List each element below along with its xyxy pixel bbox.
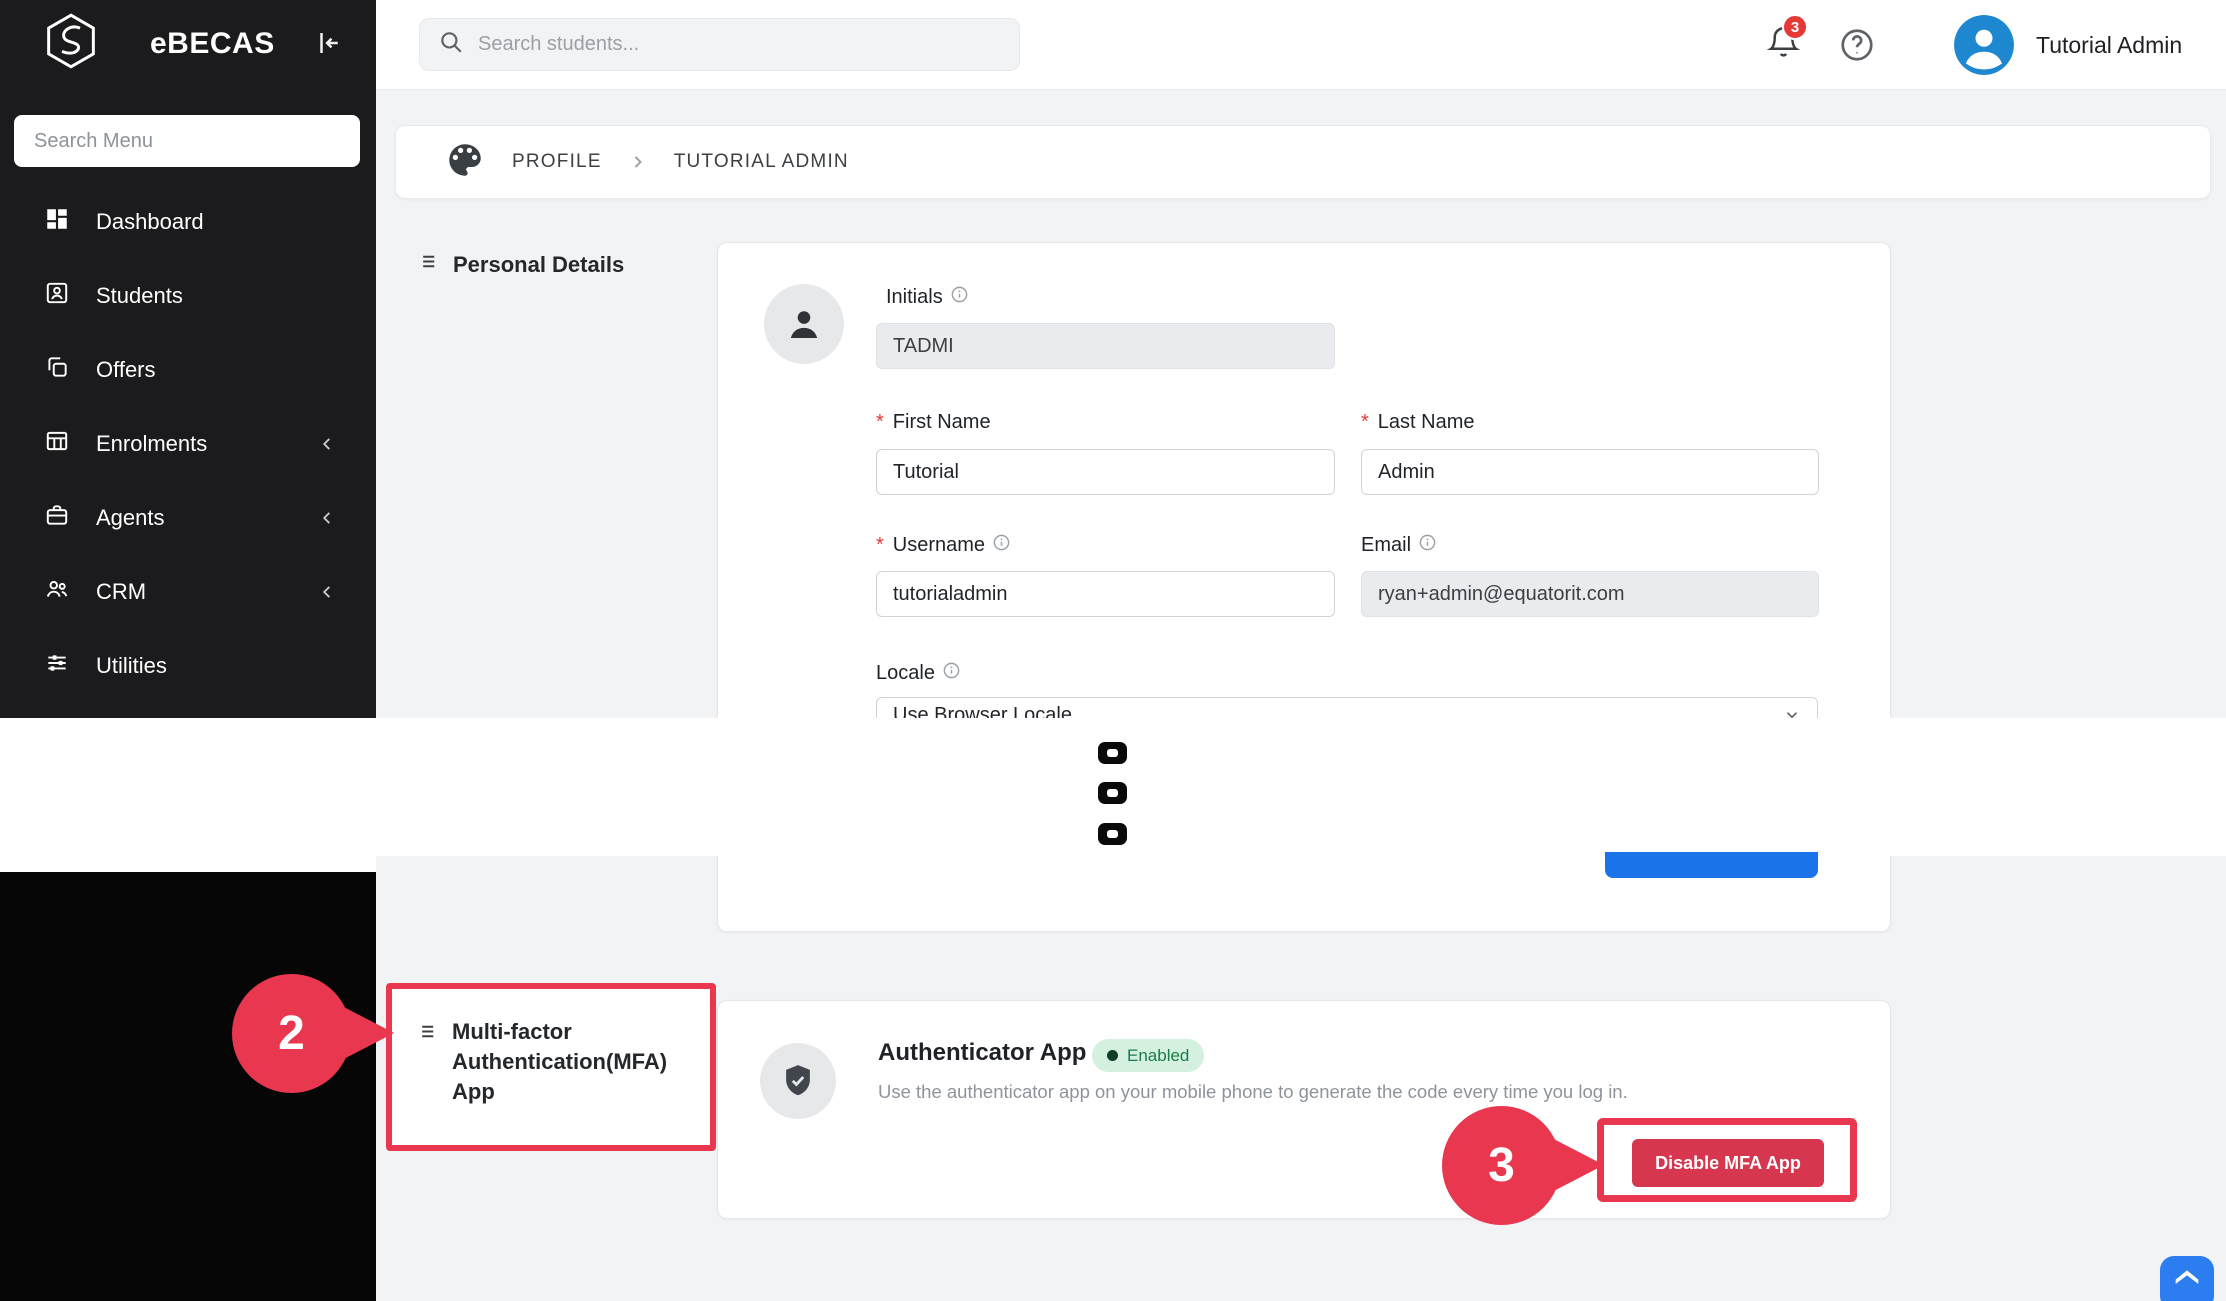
sidebar-item-label: Utilities [96, 653, 167, 679]
sidebar-item-label: Agents [96, 505, 165, 531]
sidebar: eBECAS Dashboard Students Offers [0, 0, 376, 718]
info-icon [1418, 533, 1437, 558]
nav-personal-details-label: Personal Details [453, 252, 624, 278]
offers-icon [44, 354, 70, 386]
initials-input [876, 323, 1335, 369]
username-input[interactable] [876, 571, 1335, 617]
sidebar-item-offers[interactable]: Offers [0, 333, 376, 407]
sidebar-item-utilities[interactable]: Utilities [0, 629, 376, 703]
agents-icon [44, 502, 70, 534]
chevron-left-icon [316, 581, 338, 609]
shield-icon [760, 1043, 836, 1119]
screenshot-cut-band-left [0, 718, 376, 873]
utilities-icon [44, 650, 70, 682]
search-icon [438, 29, 464, 60]
sidebar-item-crm[interactable]: CRM [0, 555, 376, 629]
info-icon [950, 285, 969, 310]
info-icon [942, 661, 961, 686]
sidebar-item-dashboard[interactable]: Dashboard [0, 185, 376, 259]
last-name-label: *Last Name [1361, 411, 1475, 434]
student-search-box[interactable] [419, 18, 1020, 71]
initials-label: Initials [886, 285, 969, 310]
enrolments-icon [44, 428, 70, 460]
first-name-label: *First Name [876, 411, 991, 434]
breadcrumb-section[interactable]: PROFILE [512, 151, 602, 173]
annotation-step-3-balloon: 3 [1442, 1106, 1561, 1225]
status-dot [1107, 1050, 1118, 1061]
chevron-right-icon [628, 152, 648, 172]
sidebar-collapse-icon[interactable] [314, 28, 344, 63]
sidebar-item-students[interactable]: Students [0, 259, 376, 333]
status-badge: Enabled [1092, 1039, 1204, 1072]
breadcrumb: PROFILE TUTORIAL ADMIN [395, 125, 2211, 199]
ebecas-logo-icon [40, 10, 102, 77]
nav-personal-details[interactable]: Personal Details [420, 252, 624, 278]
crm-icon [44, 576, 70, 608]
help-button[interactable] [1838, 26, 1876, 64]
sidebar-lower-block [0, 872, 376, 1301]
notification-badge: 3 [1782, 14, 1808, 40]
first-name-input[interactable] [876, 449, 1335, 495]
locale-label: Locale [876, 661, 961, 686]
email-input [1361, 571, 1819, 617]
bell-icon [1766, 46, 1801, 63]
update-details-button-cutoff[interactable] [1605, 852, 1818, 878]
username-label: *Username [876, 533, 1011, 558]
cut-ellipsis-dot [1098, 742, 1127, 764]
nav-mfa-label: Multi-factor Authentication(MFA) App [452, 1017, 692, 1107]
sidebar-item-label: Offers [96, 357, 156, 383]
sidebar-item-agents[interactable]: Agents [0, 481, 376, 555]
sidebar-item-label: Dashboard [96, 209, 204, 235]
profile-avatar [764, 284, 844, 364]
annotation-step-2-balloon: 2 [232, 974, 351, 1093]
student-search-input[interactable] [478, 33, 958, 56]
mfa-title: Authenticator App [878, 1039, 1086, 1067]
user-avatar[interactable] [1954, 15, 2014, 75]
last-name-input[interactable] [1361, 449, 1819, 495]
sidebar-item-label: Enrolments [96, 431, 207, 457]
chat-widget-button[interactable] [2160, 1256, 2214, 1301]
chevron-left-icon [316, 507, 338, 535]
students-icon [44, 280, 70, 312]
cut-ellipsis-dot [1098, 823, 1127, 845]
app-root: eBECAS Dashboard Students Offers [0, 0, 2226, 1301]
chevron-left-icon [316, 433, 338, 461]
breadcrumb-current: TUTORIAL ADMIN [674, 151, 849, 173]
info-icon [992, 533, 1011, 558]
annotation-step-3-highlight [1597, 1118, 1857, 1202]
mfa-description: Use the authenticator app on your mobile… [878, 1081, 1628, 1103]
email-label: Email [1361, 533, 1437, 558]
cut-ellipsis-dot [1098, 782, 1127, 804]
notifications-button[interactable]: 3 [1766, 24, 1812, 70]
sidebar-search-input[interactable] [14, 115, 360, 167]
list-icon [420, 252, 439, 276]
user-name[interactable]: Tutorial Admin [2036, 32, 2182, 59]
sidebar-item-label: Students [96, 283, 183, 309]
sidebar-item-enrolments[interactable]: Enrolments [0, 407, 376, 481]
palette-icon [444, 139, 486, 186]
nav-mfa-app-highlight[interactable]: Multi-factor Authentication(MFA) App [386, 983, 716, 1151]
topbar: 3 Tutorial Admin [376, 0, 2226, 90]
brand-title: eBECAS [150, 27, 275, 61]
list-icon [419, 1022, 438, 1046]
sidebar-item-label: CRM [96, 579, 146, 605]
dashboard-icon [44, 206, 70, 238]
